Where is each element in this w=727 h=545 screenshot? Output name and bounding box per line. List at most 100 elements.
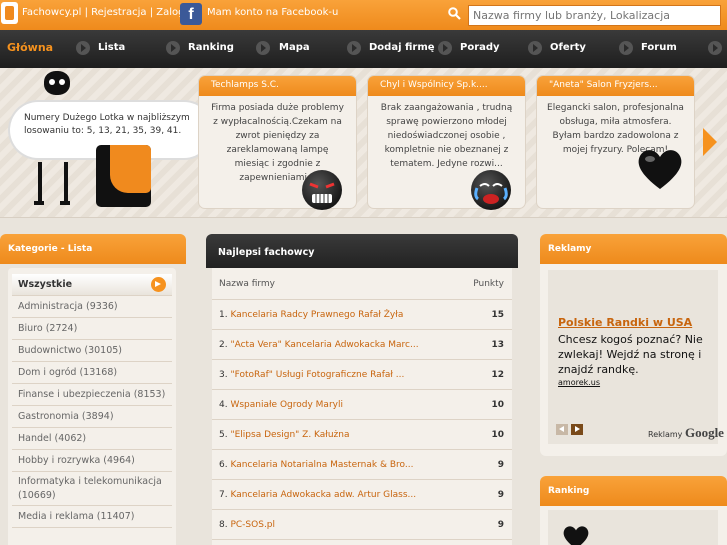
table-row: 4. Wspaniałe Ogrody Maryli 10 [212, 390, 512, 420]
nav-arrow-icon [76, 41, 90, 55]
company-link[interactable]: "FotoRaf" Usługi Fotograficzne Rafał ... [230, 370, 404, 380]
sheep-mascot-icon [44, 71, 70, 95]
ranking-panel: Ranking [540, 476, 727, 545]
site-logo-icon[interactable] [1, 2, 18, 24]
crying-face-icon [471, 170, 511, 210]
ads-panel: Reklamy Polskie Randki w USA Chcesz kogo… [540, 234, 727, 456]
company-link[interactable]: Kancelaria Radcy Prawnego Rafał Żyła [230, 310, 403, 320]
sheep-eye [59, 79, 65, 85]
angry-face-icon [302, 170, 342, 210]
category-item[interactable]: Finanse i ubezpieczenia (8153) [12, 384, 172, 406]
row-points: 9 [497, 460, 504, 470]
nav-item-glowna[interactable]: Główna [7, 41, 53, 54]
top-bar: Fachowcy.pl | Rejestracja | Zaloguj | f … [0, 0, 727, 30]
google-ads-label[interactable]: Reklamy Google [648, 425, 724, 441]
company-link[interactable]: "Acta Vera" Kancelaria Adwokacka Marc... [230, 340, 418, 350]
nav-item-lista[interactable]: Lista [98, 42, 125, 53]
nav-arrow-icon [166, 41, 180, 55]
category-item[interactable]: Hobby i rozrywka (4964) [12, 450, 172, 472]
ad-text: Chcesz kogoś poznać? Nie zwlekaj! Wejdź … [558, 333, 703, 376]
site-link[interactable]: Fachowcy.pl [22, 7, 81, 18]
table-header: Nazwa firmy Punkty [212, 268, 512, 300]
row-points: 13 [491, 340, 504, 350]
category-item[interactable]: Informatyka i telekomunikacja (10669) [12, 472, 172, 506]
best-title: Najlepsi fachowcy [206, 234, 518, 268]
opinion-title[interactable]: Techlamps S.C. [199, 76, 356, 96]
col-name-header: Nazwa firmy [219, 279, 276, 289]
company-link[interactable]: Kancelaria Adwokacka adw. Artur Glass... [230, 490, 416, 500]
row-number: 4. [219, 400, 228, 410]
row-number: 5. [219, 430, 228, 440]
nav-item-ranking[interactable]: Ranking [188, 42, 234, 53]
separator: | [84, 7, 88, 18]
best-panel: Najlepsi fachowcy Nazwa firmy Punkty 1. … [206, 234, 518, 545]
table-row: 8. PC-SOS.pl 9 [212, 510, 512, 540]
company-link[interactable]: Kancelaria Notarialna Masternak & Bro... [230, 460, 413, 470]
sheep-foot [34, 201, 44, 205]
row-number: 7. [219, 490, 228, 500]
opinion-text: Brak zaangażowania , trudną sprawę powie… [380, 103, 513, 169]
row-number: 3. [219, 370, 228, 380]
nav-arrow-icon [708, 41, 722, 55]
company-link[interactable]: "Elipsa Design" Z. Kałużna [230, 430, 349, 440]
nav-arrow-icon [438, 41, 452, 55]
category-item[interactable]: Wszystkie [12, 274, 172, 296]
categories-list: Wszystkie Administracja (9336) Biuro (27… [8, 268, 176, 545]
ad-unit: Polskie Randki w USA Chcesz kogoś poznać… [548, 270, 724, 444]
categories-title: Kategorie - Lista [0, 234, 186, 264]
table-row: 6. Kancelaria Notarialna Masternak & Bro… [212, 450, 512, 480]
company-link[interactable]: PC-SOS.pl [230, 520, 275, 530]
row-points: 10 [491, 430, 504, 440]
row-points: 15 [491, 310, 504, 320]
row-points: 10 [491, 400, 504, 410]
carousel-next-icon[interactable] [703, 128, 717, 156]
ad-prev-icon[interactable] [556, 424, 568, 435]
category-item[interactable]: Media i reklama (11407) [12, 506, 172, 528]
nav-arrow-icon [528, 41, 542, 55]
col-points-header: Punkty [473, 279, 504, 289]
ranking-title: Ranking [540, 476, 727, 506]
facebook-icon[interactable]: f [180, 3, 202, 25]
ranking-content [548, 510, 718, 545]
sheep-foot [60, 201, 70, 205]
sheep-leg [64, 162, 68, 202]
nav-arrow-icon [256, 41, 270, 55]
row-number: 6. [219, 460, 228, 470]
fachowcy-logo-icon [96, 145, 151, 207]
table-row: 2. "Acta Vera" Kancelaria Adwokacka Marc… [212, 330, 512, 360]
row-number: 2. [219, 340, 228, 350]
sheep-leg [38, 162, 42, 202]
nav-item-dodaj-firme[interactable]: Dodaj firmę [369, 42, 435, 53]
nav-item-mapa[interactable]: Mapa [279, 42, 310, 53]
categories-panel: Kategorie - Lista Wszystkie Administracj… [0, 234, 186, 545]
nav-item-oferty[interactable]: Oferty [550, 42, 586, 53]
nav-item-porady[interactable]: Porady [460, 42, 500, 53]
facebook-login-link[interactable]: Mam konto na Facebook-u [207, 7, 338, 18]
row-points: 9 [497, 490, 504, 500]
register-link[interactable]: Rejestracja [91, 7, 146, 18]
row-number: 1. [219, 310, 228, 320]
category-item[interactable]: Biuro (2724) [12, 318, 172, 340]
ad-next-icon[interactable] [571, 424, 583, 435]
ad-url-link[interactable]: amorek.us [558, 378, 600, 387]
ad-title-link[interactable]: Polskie Randki w USA [558, 316, 692, 329]
opinion-title[interactable]: Chyl i Wspólnicy Sp.k.... [368, 76, 525, 96]
table-row: 5. "Elipsa Design" Z. Kałużna 10 [212, 420, 512, 450]
category-item[interactable]: Handel (4062) [12, 428, 172, 450]
category-item[interactable]: Administracja (9336) [12, 296, 172, 318]
best-table: Nazwa firmy Punkty 1. Kancelaria Radcy P… [212, 268, 512, 545]
category-item[interactable]: Gastronomia (3894) [12, 406, 172, 428]
category-label: Wszystkie [18, 279, 73, 290]
company-link[interactable]: Wspaniałe Ogrody Maryli [230, 400, 343, 410]
opinion-title[interactable]: "Aneta" Salon Fryzjers... [537, 76, 694, 96]
category-item[interactable]: Dom i ogród (13168) [12, 362, 172, 384]
row-points: 12 [491, 370, 504, 380]
nav-item-forum[interactable]: Forum [641, 42, 677, 53]
search-icon[interactable] [448, 7, 461, 20]
main-nav: Główna Lista Ranking Mapa Dodaj firmę Po… [0, 30, 727, 68]
table-row: 3. "FotoRaf" Usługi Fotograficzne Rafał … [212, 360, 512, 390]
search-input[interactable] [468, 5, 721, 26]
category-item[interactable]: Budownictwo (30105) [12, 340, 172, 362]
row-points: 9 [497, 520, 504, 530]
ads-label: Reklamy [648, 430, 683, 439]
